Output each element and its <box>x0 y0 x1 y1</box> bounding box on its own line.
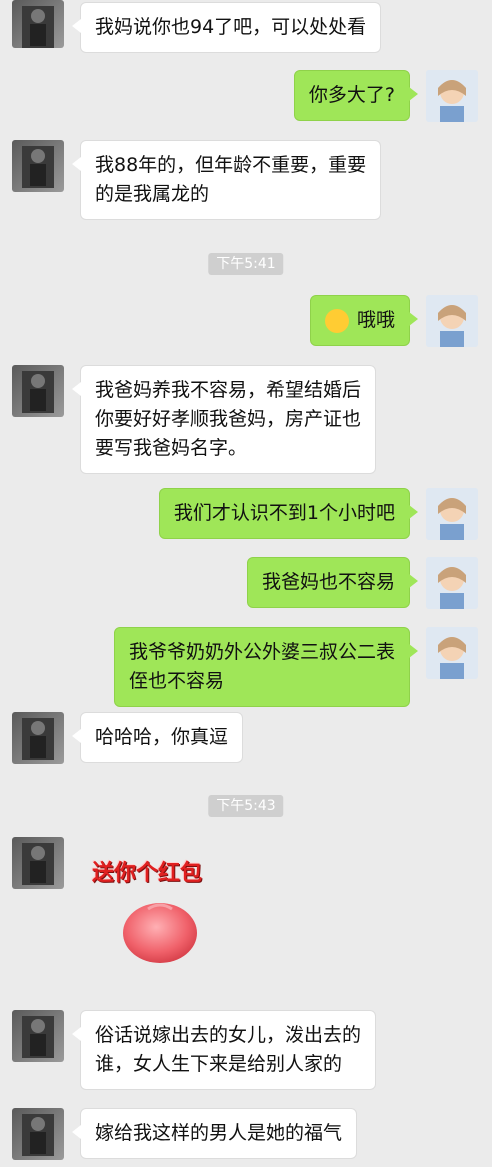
message-bubble[interactable]: 我88年的，但年龄不重要，重要 的是我属龙的 <box>71 140 382 220</box>
message-bubble[interactable]: 我爸妈也不容易 <box>246 557 419 608</box>
contact-avatar[interactable] <box>12 837 64 889</box>
message-bubble[interactable]: 嫁给我这样的男人是她的福气 <box>71 1108 358 1159</box>
contact-avatar[interactable] <box>12 712 64 764</box>
contact-avatar[interactable] <box>12 1010 64 1062</box>
contact-avatar[interactable] <box>12 140 64 192</box>
my-avatar[interactable] <box>426 627 478 679</box>
red-bun-icon <box>123 903 197 963</box>
my-avatar[interactable] <box>426 295 478 347</box>
sticker-message[interactable]: 送你个红包 <box>92 855 232 965</box>
sticker-caption: 送你个红包 <box>92 861 203 886</box>
message-bubble[interactable]: 哈哈哈，你真逗 <box>71 712 244 763</box>
message-bubble[interactable]: 你多大了? <box>293 70 419 121</box>
my-avatar[interactable] <box>426 557 478 609</box>
surprised-face-icon <box>324 308 349 390</box>
contact-avatar[interactable] <box>12 0 64 48</box>
contact-avatar[interactable] <box>12 1108 64 1160</box>
message-bubble[interactable]: 我妈说你也94了吧，可以处处看 <box>71 2 382 53</box>
timestamp: 下午5:41 <box>208 253 284 275</box>
my-avatar[interactable] <box>426 488 478 540</box>
message-bubble[interactable]: 我们才认识不到1个小时吧 <box>158 488 419 539</box>
message-bubble[interactable]: 我爷爷奶奶外公外婆三叔公二表 侄也不容易 <box>113 627 419 707</box>
message-bubble[interactable]: 哦哦 <box>309 295 419 390</box>
message-text: 哦哦 <box>356 309 395 331</box>
my-avatar[interactable] <box>426 70 478 122</box>
contact-avatar[interactable] <box>12 365 64 417</box>
message-bubble[interactable]: 我爸妈养我不容易，希望结婚后 你要好好孝顺我爸妈，房产证也 要写我爸妈名字。 <box>71 365 377 474</box>
timestamp: 下午5:43 <box>208 795 284 817</box>
message-bubble[interactable]: 俗话说嫁出去的女儿，泼出去的 谁，女人生下来是给别人家的 <box>71 1010 377 1090</box>
